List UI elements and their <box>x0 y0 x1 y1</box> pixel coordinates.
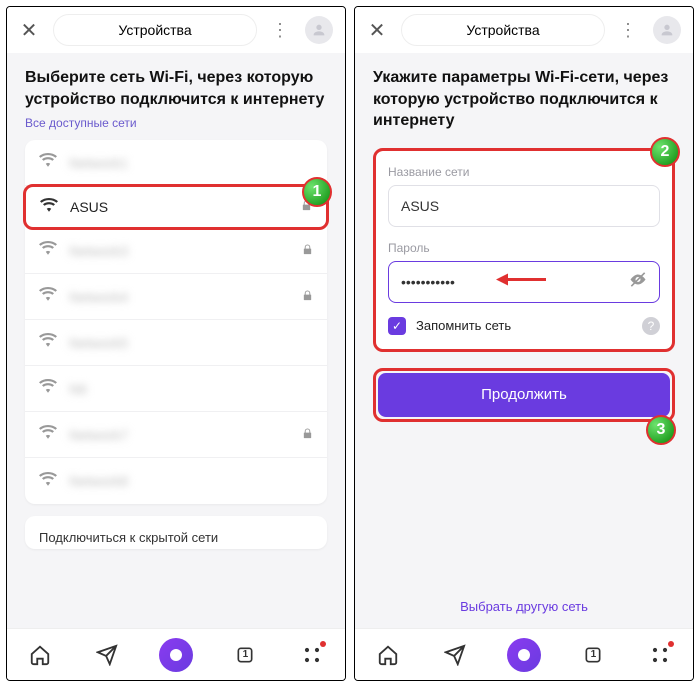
bottom-nav: 1 <box>7 628 345 680</box>
alice-icon[interactable] <box>159 638 193 672</box>
wifi-row[interactable]: Network8 <box>25 458 327 504</box>
send-icon[interactable] <box>93 641 121 669</box>
wifi-name: Network5 <box>69 335 313 351</box>
menu-icon[interactable] <box>646 641 674 669</box>
hidden-network-link[interactable]: Подключиться к скрытой сети <box>25 516 327 549</box>
bottom-nav: 1 <box>355 628 693 680</box>
wifi-name: ASUS <box>70 199 289 215</box>
wifi-list: Network1 ASUS 1 Network3 Network4 Networ… <box>25 140 327 504</box>
alice-icon[interactable] <box>507 638 541 672</box>
wifi-name: Network7 <box>69 427 290 443</box>
header: ✕ Устройства ⋮ <box>355 7 693 53</box>
wifi-name: Network3 <box>69 243 290 259</box>
send-icon[interactable] <box>441 641 469 669</box>
wifi-row[interactable]: Network3 <box>25 228 327 274</box>
choose-other-link[interactable]: Выбрать другую сеть <box>373 599 675 614</box>
checkbox-icon[interactable]: ✓ <box>388 317 406 335</box>
step-badge-2: 2 <box>650 137 680 167</box>
wifi-icon <box>39 241 57 260</box>
step-badge-3: 3 <box>646 415 676 445</box>
lock-icon <box>302 243 313 259</box>
heading: Выберите сеть Wi-Fi, через которую устро… <box>25 67 327 110</box>
subheading: Все доступные сети <box>25 116 327 130</box>
wifi-row[interactable]: Network4 <box>25 274 327 320</box>
page-title: Устройства <box>401 14 605 46</box>
page-title: Устройства <box>53 14 257 46</box>
wifi-icon <box>39 153 57 172</box>
wifi-name: Network1 <box>69 155 313 171</box>
lock-icon <box>302 289 313 305</box>
wifi-name: Network4 <box>69 289 290 305</box>
network-name-label: Название сети <box>388 165 660 179</box>
wifi-icon <box>39 472 57 491</box>
tabs-icon[interactable]: 1 <box>231 641 259 669</box>
wifi-row[interactable]: Network1 <box>25 140 327 186</box>
wifi-icon <box>39 425 57 444</box>
avatar[interactable] <box>653 16 681 44</box>
avatar[interactable] <box>305 16 333 44</box>
heading: Укажите параметры Wi-Fi-сети, через кото… <box>373 67 675 132</box>
remember-row[interactable]: ✓ Запомнить сеть ? <box>388 317 660 335</box>
header: ✕ Устройства ⋮ <box>7 7 345 53</box>
password-label: Пароль <box>388 241 660 255</box>
remember-label: Запомнить сеть <box>416 318 511 333</box>
wifi-form: 2 Название сети ASUS Пароль ••••••••••• … <box>373 148 675 352</box>
wifi-icon <box>39 379 57 398</box>
network-name-input[interactable]: ASUS <box>388 185 660 227</box>
wifi-icon <box>40 198 58 217</box>
continue-button[interactable]: Продолжить <box>378 373 670 417</box>
content-right: Укажите параметры Wi-Fi-сети, через кото… <box>355 53 693 628</box>
phone-left: ✕ Устройства ⋮ Выберите сеть Wi-Fi, чере… <box>6 6 346 681</box>
home-icon[interactable] <box>374 641 402 669</box>
wifi-row[interactable]: Network7 <box>25 412 327 458</box>
hidden-network-card[interactable]: Подключиться к скрытой сети <box>25 516 327 549</box>
menu-icon[interactable] <box>298 641 326 669</box>
phone-right: ✕ Устройства ⋮ Укажите параметры Wi-Fi-с… <box>354 6 694 681</box>
wifi-row[interactable]: Network5 <box>25 320 327 366</box>
lock-icon <box>302 427 313 443</box>
wifi-rows: Network1 ASUS 1 Network3 Network4 Networ… <box>25 140 327 504</box>
wifi-icon <box>39 333 57 352</box>
home-icon[interactable] <box>26 641 54 669</box>
tabs-icon[interactable]: 1 <box>579 641 607 669</box>
more-icon[interactable]: ⋮ <box>271 20 289 41</box>
content-left: Выберите сеть Wi-Fi, через которую устро… <box>7 53 345 628</box>
help-icon[interactable]: ? <box>642 317 660 335</box>
continue-wrap: Продолжить 3 <box>373 368 675 422</box>
close-icon[interactable]: ✕ <box>19 18 39 43</box>
wifi-icon <box>39 287 57 306</box>
eye-off-icon[interactable] <box>628 269 648 294</box>
step-badge-1: 1 <box>302 177 332 207</box>
wifi-name: Network8 <box>69 473 313 489</box>
wifi-row[interactable]: ASUS 1 <box>23 184 329 230</box>
more-icon[interactable]: ⋮ <box>619 20 637 41</box>
wifi-row[interactable]: N6 <box>25 366 327 412</box>
close-icon[interactable]: ✕ <box>367 18 387 43</box>
arrow-annotation <box>496 272 546 291</box>
wifi-name: N6 <box>69 381 313 397</box>
